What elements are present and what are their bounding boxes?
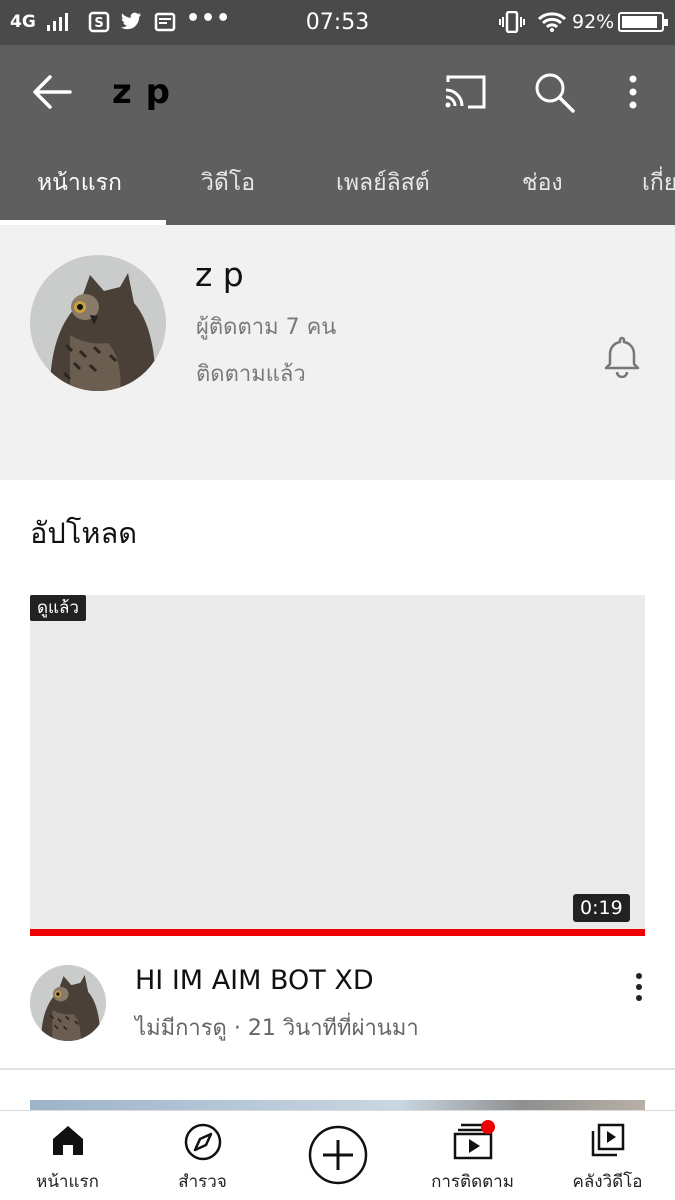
wifi-icon bbox=[537, 12, 567, 32]
section-title: อัปโหลด bbox=[30, 516, 138, 550]
back-arrow-icon[interactable] bbox=[30, 72, 76, 112]
tab-videos[interactable]: วิดีโอ bbox=[201, 165, 255, 201]
nav-explore[interactable]: สำรวจ bbox=[135, 1110, 270, 1200]
nav-create[interactable] bbox=[270, 1110, 405, 1200]
video-duration: 0:19 bbox=[573, 894, 630, 922]
tab-playlists[interactable]: เพลย์ลิสต์ bbox=[336, 165, 430, 201]
owl-avatar[interactable] bbox=[30, 965, 106, 1041]
search-icon[interactable] bbox=[532, 70, 576, 114]
home-icon bbox=[52, 1126, 83, 1155]
vibrate-icon bbox=[499, 11, 525, 33]
nav-label: หน้าแรก bbox=[36, 1172, 99, 1192]
compass-icon bbox=[184, 1123, 221, 1161]
more-vertical-icon[interactable] bbox=[620, 72, 646, 112]
battery-percent: 92% bbox=[572, 11, 615, 33]
tab-channels[interactable]: ช่อง bbox=[522, 165, 563, 201]
divider bbox=[0, 1068, 675, 1070]
notification-dot bbox=[481, 1120, 495, 1134]
more-vertical-icon[interactable] bbox=[626, 970, 652, 1006]
bell-icon[interactable] bbox=[600, 334, 644, 378]
channel-name: z p bbox=[195, 255, 244, 294]
nav-subscriptions[interactable]: การติดตาม bbox=[405, 1110, 540, 1200]
nav-label: การติดตาม bbox=[431, 1172, 514, 1192]
video-meta: ไม่มีการดู · 21 วินาทีที่ผ่านมา bbox=[135, 1016, 419, 1041]
tab-about[interactable]: เกี่ย bbox=[642, 165, 675, 201]
cast-icon[interactable] bbox=[442, 72, 488, 112]
watch-progress-bar bbox=[30, 929, 645, 936]
nav-label: สำรวจ bbox=[178, 1172, 227, 1192]
tab-home[interactable]: หน้าแรก bbox=[37, 165, 122, 201]
subscriber-count: ผู้ติดตาม 7 คน bbox=[196, 315, 337, 340]
watched-badge: ดูแล้ว bbox=[30, 595, 86, 621]
owl-avatar[interactable] bbox=[30, 255, 166, 391]
nav-label: คลังวิดีโอ bbox=[572, 1172, 643, 1192]
subscribed-button[interactable]: ติดตามแล้ว bbox=[196, 356, 306, 391]
nav-home[interactable]: หน้าแรก bbox=[0, 1110, 135, 1200]
video-title[interactable]: HI IM AIM BOT XD bbox=[135, 965, 374, 996]
app-bar-title: z p bbox=[112, 72, 171, 112]
add-icon bbox=[308, 1125, 367, 1185]
library-icon bbox=[591, 1123, 624, 1157]
video-thumbnail[interactable] bbox=[30, 595, 645, 930]
battery-icon bbox=[618, 12, 668, 32]
nav-library[interactable]: คลังวิดีโอ bbox=[540, 1110, 675, 1200]
